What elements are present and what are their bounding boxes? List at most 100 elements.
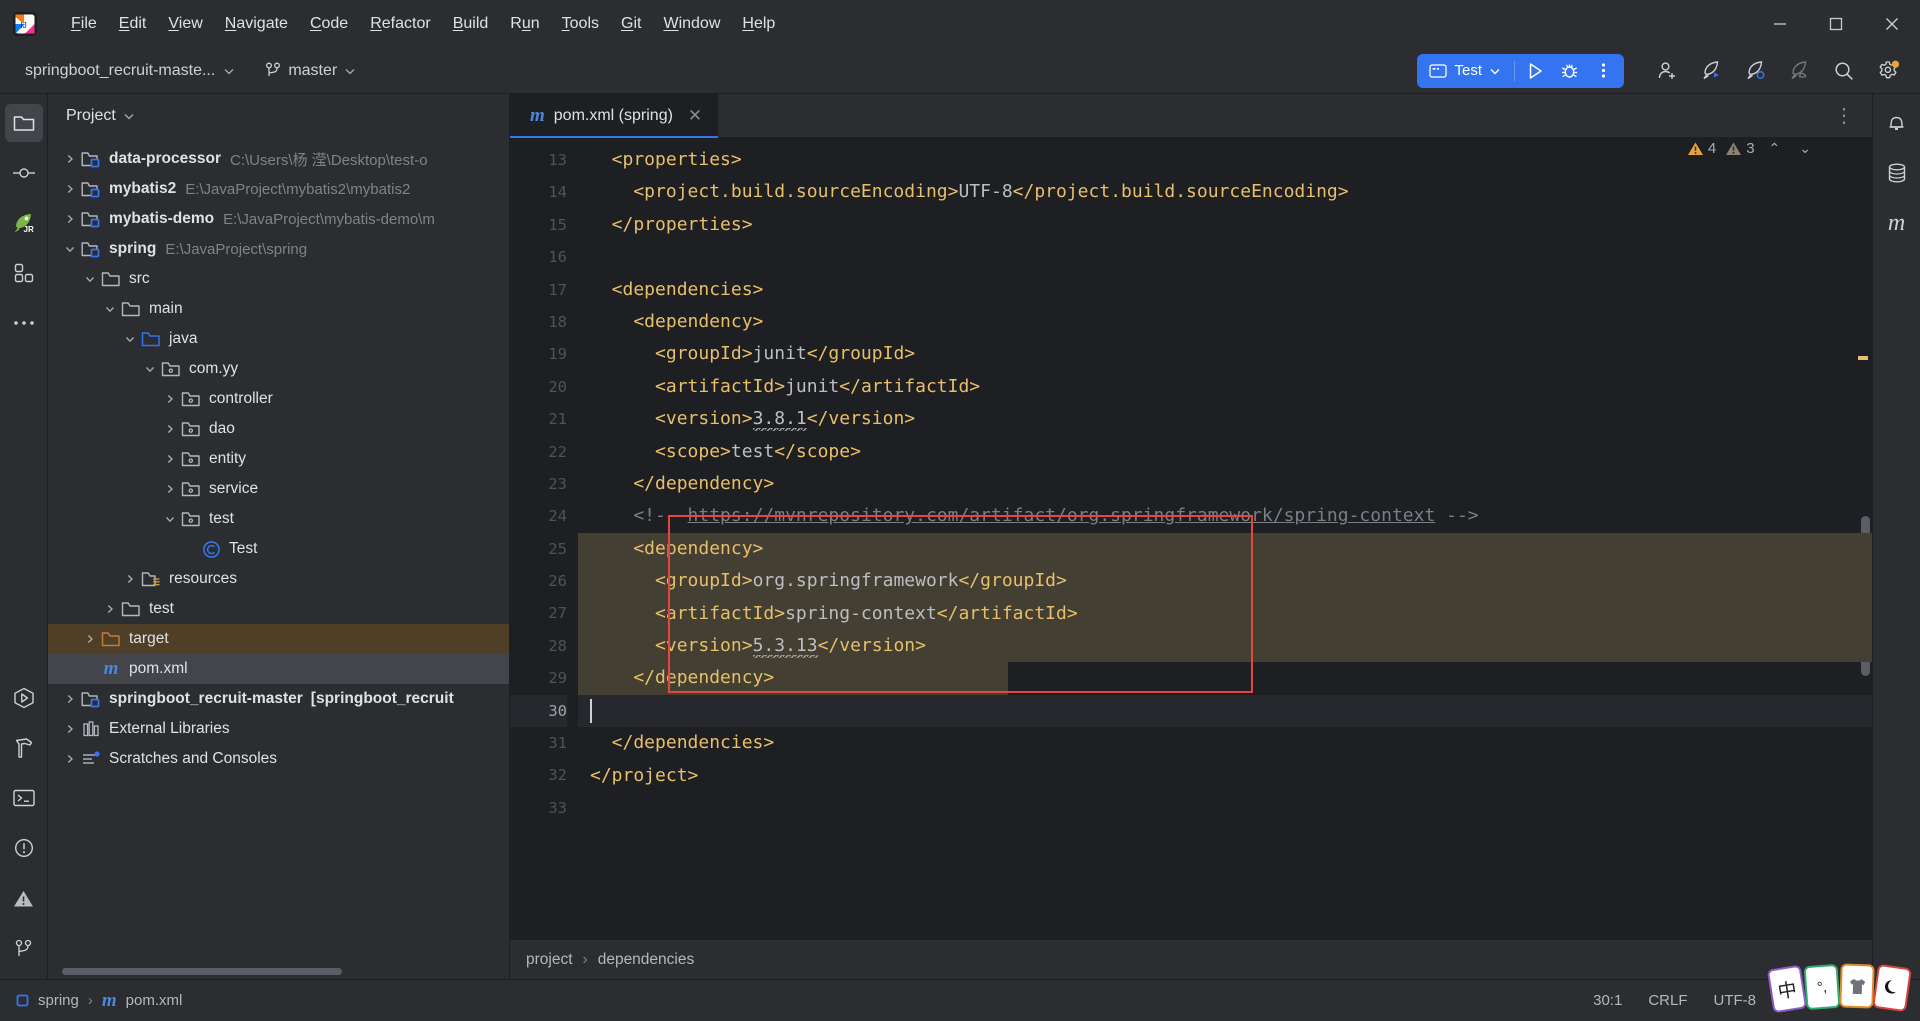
gutter-line-number[interactable]: 18 xyxy=(510,306,567,338)
code-line[interactable]: <dependency> xyxy=(578,306,1872,338)
code-line[interactable]: <version>5.3.13</version> xyxy=(578,630,1872,663)
menu-build[interactable]: Build xyxy=(442,10,500,38)
prev-problem-button[interactable]: ⌃ xyxy=(1764,140,1786,157)
jrebel-run-button[interactable] xyxy=(1692,51,1732,91)
tree-node-resources[interactable]: resources xyxy=(48,564,509,594)
chevron-down-icon[interactable] xyxy=(140,354,160,384)
run-config-selector[interactable]: Test xyxy=(1421,62,1511,79)
code-line[interactable]: </project> xyxy=(578,760,1872,792)
gutter-line-number[interactable]: 20 xyxy=(510,371,567,403)
code-line[interactable]: <groupId>junit</groupId> xyxy=(578,338,1872,370)
menu-view[interactable]: View xyxy=(157,10,213,38)
gutter-line-number[interactable]: 32 xyxy=(510,759,567,791)
chevron-right-icon[interactable] xyxy=(60,174,80,204)
code-line[interactable]: </properties> xyxy=(578,209,1872,241)
menu-file[interactable]: File xyxy=(60,10,108,38)
code-line[interactable]: <version>3.8.1</version> xyxy=(578,403,1872,435)
tree-node-target[interactable]: target xyxy=(48,624,509,654)
chevron-right-icon[interactable] xyxy=(120,564,140,594)
tree-node-test[interactable]: test xyxy=(48,504,509,534)
gutter-line-number[interactable]: 23 xyxy=(510,468,567,500)
code-line[interactable]: <scope>test</scope> xyxy=(578,436,1872,468)
chevron-right-icon[interactable] xyxy=(160,444,180,474)
tree-node-entity[interactable]: entity xyxy=(48,444,509,474)
editor-gutter[interactable]: 13 14 15 16 17 18 19 20 21 22 23 24 25 26 27 28 29 30 31 32… xyxy=(510,138,578,939)
chevron-right-icon[interactable] xyxy=(60,684,80,714)
code-line[interactable]: </dependency> xyxy=(578,662,1872,695)
chevron-right-icon[interactable] xyxy=(60,714,80,744)
tree-node-pom-xml[interactable]: m pom.xml xyxy=(48,654,509,684)
sidebar-item-terminal[interactable] xyxy=(5,779,43,817)
project-panel-title-group[interactable]: Project xyxy=(66,107,135,125)
jrebel-remote-button[interactable] xyxy=(1780,51,1820,91)
gutter-line-number[interactable]: 29 xyxy=(510,662,567,694)
next-problem-button[interactable]: ⌄ xyxy=(1794,140,1816,157)
gutter-line-number[interactable]: 28 xyxy=(510,630,567,662)
gutter-line-number[interactable]: 30 xyxy=(510,694,567,728)
gutter-line-number[interactable]: 14 xyxy=(510,176,567,208)
caret-position[interactable]: 30:1 xyxy=(1593,992,1622,1009)
sidebar-item-git[interactable] xyxy=(5,929,43,967)
ime-skin-card[interactable] xyxy=(1839,963,1875,1009)
sidebar-item-project[interactable] xyxy=(4,104,43,142)
code-line[interactable]: <dependencies> xyxy=(578,274,1872,306)
git-branch-selector[interactable]: master xyxy=(256,57,365,85)
menu-navigate[interactable]: Navigate xyxy=(214,10,299,38)
sidebar-item-structure[interactable] xyxy=(5,254,43,292)
tree-node-scratches-and-consoles[interactable]: Scratches and Consoles xyxy=(48,744,509,774)
menu-refactor[interactable]: Refactor xyxy=(359,10,441,38)
chevron-right-icon[interactable] xyxy=(160,414,180,444)
run-button[interactable] xyxy=(1518,56,1552,86)
maximize-button[interactable] xyxy=(1808,0,1864,48)
code-line[interactable]: <groupId>org.springframework</groupId> xyxy=(578,565,1872,598)
warning-count-group[interactable]: 4 xyxy=(1687,140,1716,157)
code-line[interactable]: <artifactId>junit</artifactId> xyxy=(578,371,1872,403)
menu-run[interactable]: Run xyxy=(499,10,550,38)
tree-node-mybatis2[interactable]: mybatis2 E:\JavaProject\mybatis2\mybatis2 xyxy=(48,174,509,204)
menu-window[interactable]: Window xyxy=(652,10,731,38)
tree-node-src[interactable]: src xyxy=(48,264,509,294)
tree-node-mybatis-demo[interactable]: mybatis-demo E:\JavaProject\mybatis-demo\… xyxy=(48,204,509,234)
code-line[interactable]: <!-- https://mvnrepository.com/artifact/… xyxy=(578,500,1872,532)
gutter-line-number[interactable]: 19 xyxy=(510,338,567,370)
sidebar-item-problems[interactable] xyxy=(5,829,43,867)
chevron-right-icon[interactable] xyxy=(100,594,120,624)
search-everywhere-button[interactable] xyxy=(1824,51,1864,91)
sidebar-item-maven[interactable]: m xyxy=(1878,204,1916,242)
code-line[interactable]: </dependency> xyxy=(578,468,1872,500)
gutter-line-number[interactable]: 31 xyxy=(510,727,567,759)
sidebar-item-jrebel[interactable]: JR xyxy=(5,204,43,242)
minimize-button[interactable] xyxy=(1752,0,1808,48)
status-crumb-module[interactable]: spring xyxy=(38,992,79,1009)
chevron-down-icon[interactable] xyxy=(160,504,180,534)
chevron-right-icon[interactable] xyxy=(60,744,80,774)
gutter-line-number[interactable]: 16 xyxy=(510,241,567,273)
tree-node-service[interactable]: service xyxy=(48,474,509,504)
tree-node-test[interactable]: test xyxy=(48,594,509,624)
tree-node-spring[interactable]: spring E:\JavaProject\spring xyxy=(48,234,509,264)
chevron-right-icon[interactable] xyxy=(160,384,180,414)
breadcrumb-item-project[interactable]: project xyxy=(526,951,573,969)
code-line[interactable]: <dependency> xyxy=(578,532,1872,566)
tab-close-icon[interactable]: ✕ xyxy=(688,106,702,126)
editor-options-button[interactable]: ⋮ xyxy=(1834,103,1872,128)
tree-node-test[interactable]: Test xyxy=(48,534,509,564)
tree-node-controller[interactable]: controller xyxy=(48,384,509,414)
sidebar-item-build[interactable] xyxy=(5,729,43,767)
project-tree-horizontal-scrollbar[interactable] xyxy=(62,968,342,975)
gutter-line-number[interactable]: 17 xyxy=(510,274,567,306)
tree-node-data-processor[interactable]: data-processor C:\Users\杨 滢\Desktop\test-… xyxy=(48,144,509,174)
menu-tools[interactable]: Tools xyxy=(551,10,610,38)
menu-edit[interactable]: Edit xyxy=(108,10,158,38)
chevron-down-icon[interactable] xyxy=(120,324,140,354)
project-tree[interactable]: data-processor C:\Users\杨 滢\Desktop\test-… xyxy=(48,138,509,979)
line-separator[interactable]: CRLF xyxy=(1648,992,1687,1009)
file-encoding[interactable]: UTF-8 xyxy=(1714,992,1757,1009)
sidebar-item-run[interactable] xyxy=(5,679,43,717)
code-line[interactable]: </dependencies> xyxy=(578,727,1872,759)
tree-node-main[interactable]: main xyxy=(48,294,509,324)
chevron-right-icon[interactable] xyxy=(60,204,80,234)
tab-pom-xml[interactable]: m pom.xml (spring) ✕ xyxy=(510,93,719,138)
chevron-right-icon[interactable] xyxy=(160,474,180,504)
tree-node-com-yy[interactable]: com.yy xyxy=(48,354,509,384)
